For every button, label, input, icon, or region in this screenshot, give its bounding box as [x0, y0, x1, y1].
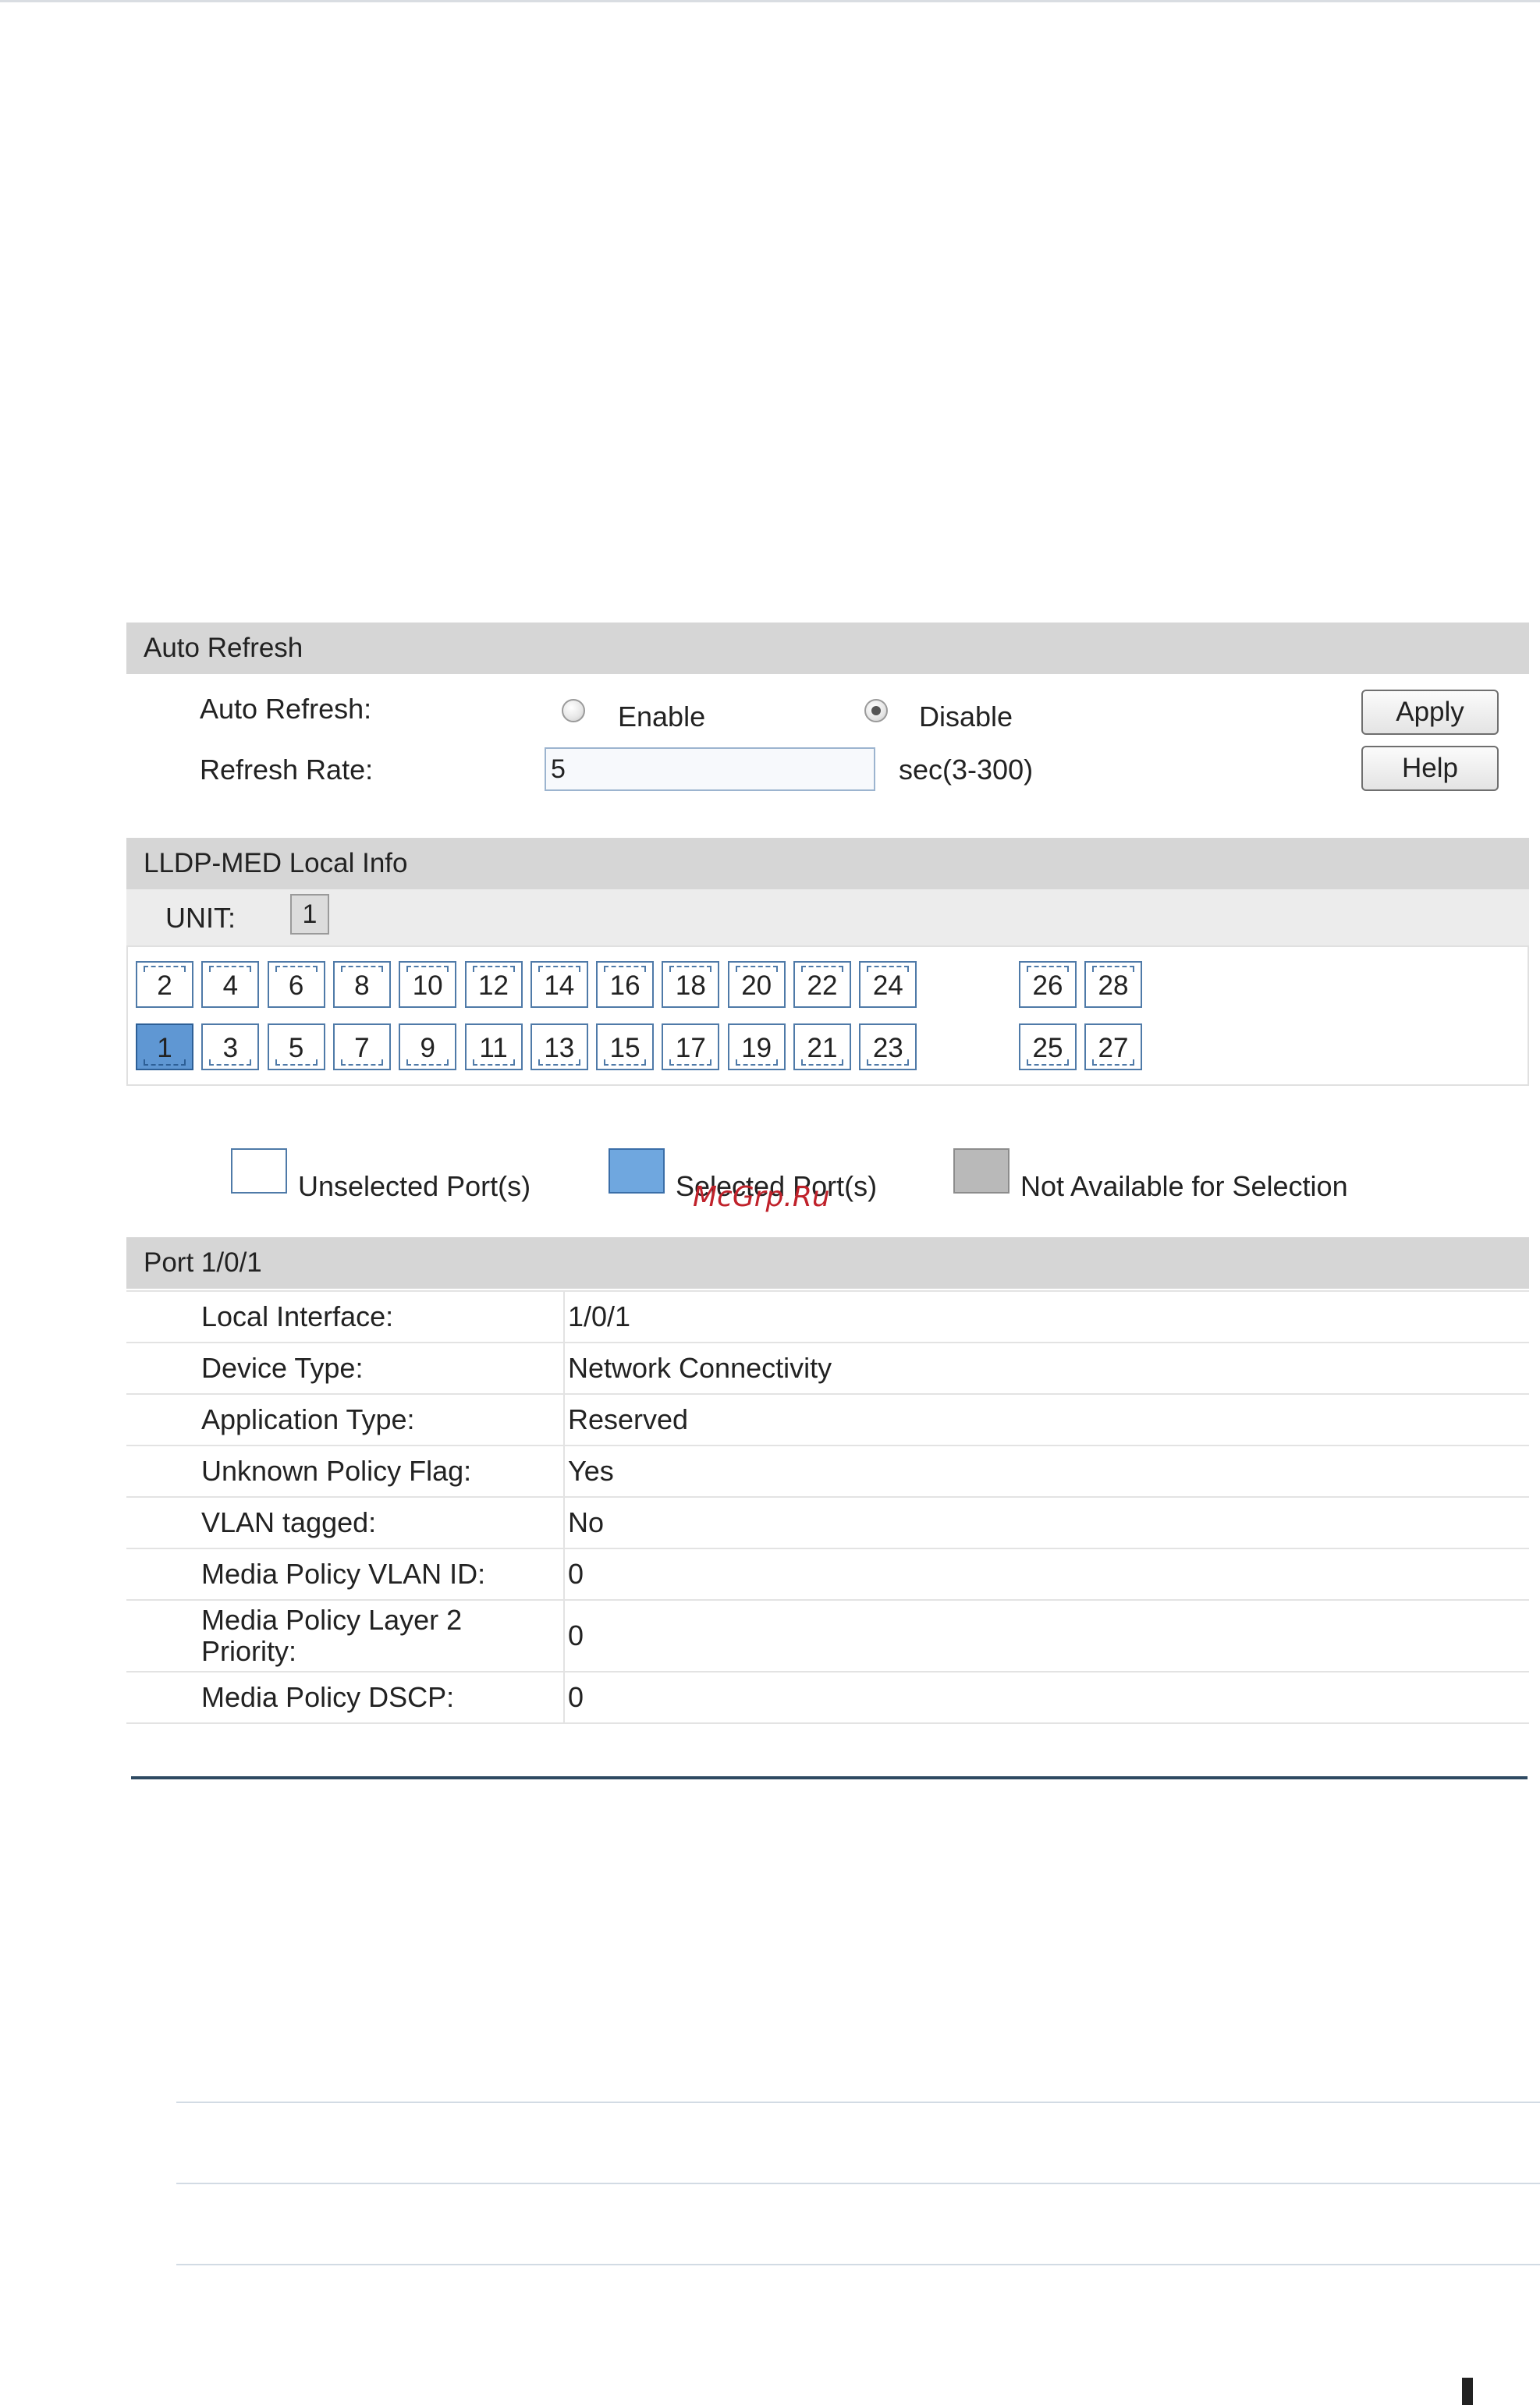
port-21[interactable]: 21 — [793, 1023, 851, 1070]
info-key: Local Interface: — [201, 1300, 394, 1332]
page-mark — [1462, 2378, 1473, 2405]
light-divider — [176, 2102, 1540, 2103]
refresh-rate-label: Refresh Rate: — [200, 754, 374, 786]
port-8[interactable]: 8 — [332, 961, 391, 1008]
port-9[interactable]: 9 — [399, 1023, 457, 1070]
port-10[interactable]: 10 — [399, 961, 457, 1008]
port-28[interactable]: 28 — [1084, 961, 1142, 1008]
unselected-legend-label: Unselected Port(s) — [298, 1170, 531, 1202]
port-11[interactable]: 11 — [464, 1023, 523, 1070]
port-20[interactable]: 20 — [727, 961, 786, 1008]
info-value: No — [568, 1506, 605, 1538]
info-key: Device Type: — [201, 1352, 364, 1384]
info-key: Media Policy VLAN ID: — [201, 1558, 486, 1590]
info-row: Media Policy DSCP: 0 — [126, 1673, 1529, 1724]
lldp-med-header: LLDP-MED Local Info — [126, 838, 1529, 889]
unit-row — [126, 889, 1529, 945]
port-16[interactable]: 16 — [596, 961, 655, 1008]
info-key: Application Type: — [201, 1403, 415, 1435]
top-rule — [0, 0, 1540, 2]
port-13[interactable]: 13 — [530, 1023, 588, 1070]
info-value: 1/0/1 — [568, 1300, 631, 1332]
port-5[interactable]: 5 — [267, 1023, 325, 1070]
info-row: Unknown Policy Flag: Yes — [126, 1446, 1529, 1498]
port-2[interactable]: 2 — [136, 961, 193, 1008]
info-key: Media Policy DSCP: — [201, 1681, 455, 1713]
port-4[interactable]: 4 — [201, 961, 260, 1008]
info-value: 0 — [568, 1558, 584, 1590]
watermark: McGrp.Ru — [693, 1181, 830, 1213]
port-info-table: Local Interface: 1/0/1 Device Type: Network… — [126, 1290, 1529, 1724]
unit-selector[interactable]: 1 — [290, 894, 329, 935]
info-row: VLAN tagged: No — [126, 1498, 1529, 1549]
port-23[interactable]: 23 — [859, 1023, 917, 1070]
port-1[interactable]: 1 — [136, 1023, 193, 1070]
light-divider — [176, 2264, 1540, 2265]
light-divider — [176, 2183, 1540, 2184]
port-27[interactable]: 27 — [1084, 1023, 1142, 1070]
info-key: Unknown Policy Flag: — [201, 1455, 472, 1487]
info-value: 0 — [568, 1619, 584, 1651]
port-22[interactable]: 22 — [793, 961, 851, 1008]
info-row: Device Type: Network Connectivity — [126, 1343, 1529, 1395]
enable-label: Enable — [618, 701, 706, 732]
port-info-header: Port 1/0/1 — [126, 1237, 1529, 1289]
info-row: Local Interface: 1/0/1 — [126, 1292, 1529, 1343]
port-17[interactable]: 17 — [662, 1023, 720, 1070]
info-row: Media Policy VLAN ID: 0 — [126, 1549, 1529, 1601]
info-value: Reserved — [568, 1403, 689, 1435]
not-available-legend-label: Not Available for Selection — [1020, 1170, 1348, 1202]
port-14[interactable]: 14 — [530, 961, 588, 1008]
port-12[interactable]: 12 — [464, 961, 523, 1008]
info-key: Media Policy Layer 2 Priority: — [201, 1604, 463, 1667]
port-25[interactable]: 25 — [1019, 1023, 1077, 1070]
auto-refresh-label: Auto Refresh: — [200, 693, 372, 725]
info-key: VLAN tagged: — [201, 1506, 377, 1538]
unit-label: UNIT: — [165, 902, 236, 934]
enable-radio[interactable] — [562, 699, 585, 722]
port-24[interactable]: 24 — [859, 961, 917, 1008]
not-available-legend-icon — [953, 1148, 1010, 1194]
port-6[interactable]: 6 — [267, 961, 325, 1008]
info-value: 0 — [568, 1681, 584, 1713]
section-divider — [131, 1776, 1528, 1779]
port-26[interactable]: 26 — [1019, 961, 1077, 1008]
refresh-rate-input[interactable] — [545, 747, 875, 791]
auto-refresh-header: Auto Refresh — [126, 623, 1529, 674]
help-button[interactable]: Help — [1361, 746, 1499, 791]
disable-label: Disable — [919, 701, 1013, 732]
port-19[interactable]: 19 — [727, 1023, 786, 1070]
port-18[interactable]: 18 — [662, 961, 720, 1008]
disable-radio[interactable] — [864, 699, 888, 722]
selected-port-legend-icon — [609, 1148, 665, 1194]
apply-button[interactable]: Apply — [1361, 690, 1499, 735]
port-15[interactable]: 15 — [596, 1023, 655, 1070]
port-7[interactable]: 7 — [332, 1023, 391, 1070]
info-value: Yes — [568, 1455, 614, 1487]
refresh-rate-hint: sec(3-300) — [899, 754, 1034, 786]
unselected-port-legend-icon — [231, 1148, 287, 1194]
info-row: Application Type: Reserved — [126, 1395, 1529, 1446]
port-3[interactable]: 3 — [201, 1023, 260, 1070]
info-row: Media Policy Layer 2 Priority: 0 — [126, 1601, 1529, 1673]
info-value: Network Connectivity — [568, 1352, 832, 1384]
